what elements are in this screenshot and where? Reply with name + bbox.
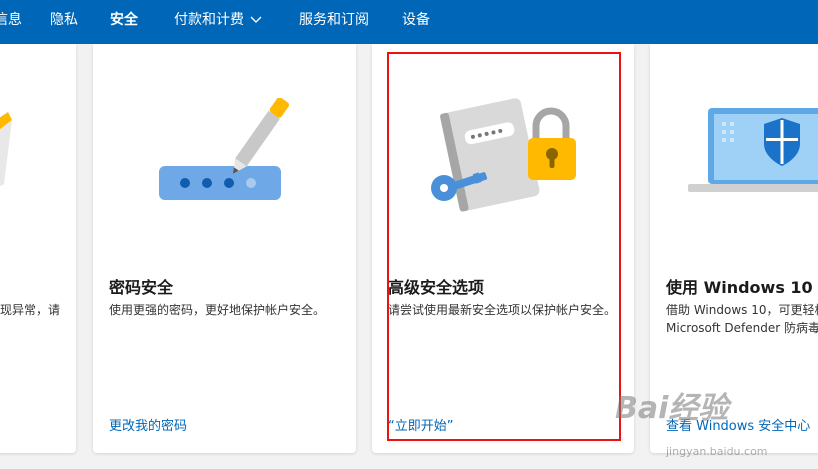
- card-windows-desc-line2: Microsoft Defender 防病毒保: [666, 321, 818, 335]
- nav-item-security[interactable]: 安全: [110, 0, 138, 44]
- baidu-watermark-url: jingyan.baidu.com: [666, 445, 768, 458]
- card-windows-title: 使用 Windows 10 确保: [666, 278, 818, 297]
- laptop-shield-icon: [688, 108, 818, 192]
- nav-item-info[interactable]: 信息: [0, 0, 22, 44]
- baidu-watermark: Bai经验: [615, 391, 729, 426]
- highlight-box: [387, 52, 621, 441]
- password-pen-icon: [159, 98, 290, 200]
- chevron-down-icon: [250, 16, 262, 23]
- card-password-title: 密码安全: [109, 278, 174, 297]
- card-windows-desc-line1: 借助 Windows 10，可更轻松: [666, 303, 818, 317]
- change-password-link[interactable]: 更改我的密码: [109, 415, 187, 434]
- nav-item-billing[interactable]: 付款和计费: [174, 0, 262, 44]
- card-partial-desc: 现异常，请: [0, 303, 61, 317]
- nav-item-services[interactable]: 服务和订阅: [299, 0, 369, 44]
- card-password-desc: 使用更强的密码，更好地保护帐户安全。: [109, 303, 326, 317]
- pencil-illustration-icon: [0, 112, 12, 187]
- nav-item-privacy[interactable]: 隐私: [50, 0, 78, 44]
- nav-item-devices[interactable]: 设备: [402, 0, 430, 44]
- nav-item-billing-label: 付款和计费: [174, 12, 244, 28]
- top-nav: 信息 隐私 安全 付款和计费 服务和订阅 设备: [0, 0, 818, 44]
- card-password-security: 密码安全 使用更强的密码，更好地保护帐户安全。 更改我的密码: [93, 44, 356, 453]
- card-partial-left: 现异常，请: [0, 44, 76, 453]
